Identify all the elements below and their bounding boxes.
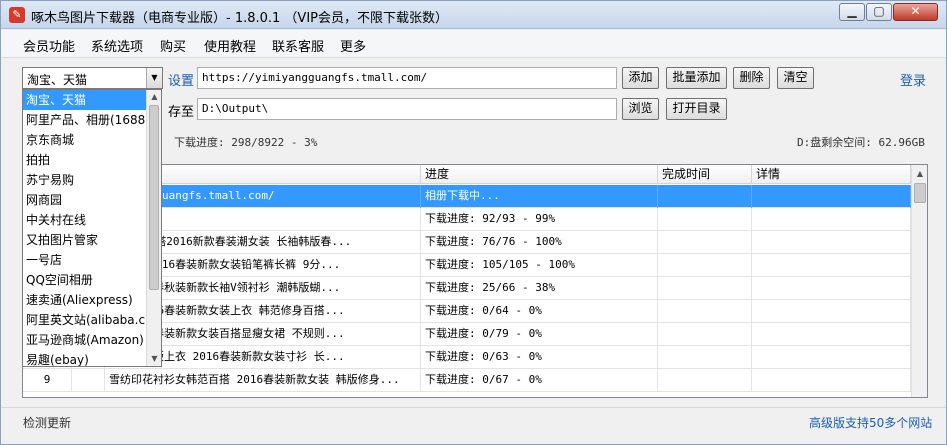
- maximize-button[interactable]: ▢: [866, 3, 892, 21]
- column-header-finish-time[interactable]: 完成时间: [658, 165, 752, 184]
- row-detail: [752, 369, 911, 392]
- login-link[interactable]: 登录: [900, 70, 926, 89]
- table-row[interactable]: 9 雪纺印花衬衫女韩范百搭 2016春装新款女装 韩版修身... 下载进度: 0/6…: [23, 369, 911, 392]
- minimize-icon: ▁: [847, 4, 857, 18]
- row-detail: [752, 208, 911, 231]
- scroll-thumb[interactable]: [914, 183, 926, 203]
- status-bar: 检测更新 高级版支持50多个网站: [1, 407, 946, 444]
- row-flag: [72, 369, 105, 392]
- dropdown-scrollbar[interactable]: ▲ ▼: [146, 90, 161, 366]
- dropdown-item[interactable]: 中关村在线: [23, 210, 146, 230]
- row-finish-time: [658, 185, 752, 208]
- maximize-icon: ▢: [873, 4, 885, 18]
- row-finish-time: [658, 323, 752, 346]
- row-progress: 下载进度: 105/105 - 100%: [421, 254, 658, 277]
- advanced-version-link[interactable]: 高级版支持50多个网站: [809, 414, 932, 431]
- overall-progress-text: 下载进度: 298/8922 - 3%: [174, 136, 318, 149]
- woodpecker-logo-icon: ✎: [9, 7, 25, 23]
- row-finish-time: [658, 277, 752, 300]
- row-detail: [752, 231, 911, 254]
- row-detail: [752, 277, 911, 300]
- row-finish-time: [658, 208, 752, 231]
- disk-space-text: D:盘剩余空间: 62.96GB: [797, 136, 925, 149]
- browse-button[interactable]: 浏览: [622, 98, 659, 120]
- row-progress: 下载进度: 25/66 - 38%: [421, 277, 658, 300]
- dropdown-item[interactable]: 速卖通(Aliexpress): [23, 290, 146, 310]
- url-input[interactable]: https://yimiyangguangfs.tmall.com/: [197, 67, 617, 89]
- add-button[interactable]: 添加: [622, 67, 659, 89]
- row-detail: [752, 323, 911, 346]
- menu-system-options[interactable]: 系统选项: [91, 36, 143, 55]
- column-header-detail[interactable]: 详情: [752, 165, 911, 184]
- row-number: 9: [23, 369, 72, 392]
- scroll-down-icon[interactable]: ▼: [147, 352, 161, 366]
- dropdown-item[interactable]: 亚马逊商城(Amazon): [23, 330, 146, 350]
- check-update-link[interactable]: 检测更新: [23, 414, 71, 431]
- settings-link[interactable]: 设置: [168, 70, 194, 89]
- site-select-value: 淘宝、天猫: [27, 73, 88, 87]
- batch-add-button[interactable]: 批量添加: [666, 67, 727, 89]
- app-window: ✎ 啄木鸟图片下载器（电商专业版）- 1.8.0.1 （VIP会员，不限下载张数…: [0, 0, 947, 445]
- scroll-up-icon[interactable]: ▲: [912, 165, 927, 182]
- close-icon: ✕: [910, 4, 921, 18]
- scroll-thumb[interactable]: [149, 105, 159, 290]
- row-name: 雪纺印花衬衫女韩范百搭 2016春装新款女装 韩版修身...: [105, 369, 421, 392]
- dropdown-item[interactable]: 阿里英文站(alibaba.c: [23, 310, 146, 330]
- close-button[interactable]: ✕: [893, 3, 938, 21]
- dropdown-item[interactable]: 一号店: [23, 250, 146, 270]
- site-dropdown-list: 淘宝、天猫 阿里产品、相册(1688) 京东商城 拍拍 苏宁易购 网商园 中关村在线 又拍图片…: [22, 89, 162, 367]
- dropdown-item[interactable]: 京东商城: [23, 130, 146, 150]
- menu-bar: 会员功能 系统选项 购买 使用教程 联系客服 更多: [1, 30, 946, 58]
- row-finish-time: [658, 346, 752, 369]
- dropdown-item[interactable]: 易趣(ebay): [23, 350, 146, 366]
- clear-button[interactable]: 清空: [777, 67, 814, 89]
- row-detail: [752, 346, 911, 369]
- save-path-input[interactable]: D:\Output\: [197, 98, 617, 120]
- dropdown-item[interactable]: 拍拍: [23, 150, 146, 170]
- row-progress: 相册下载中...: [421, 185, 658, 208]
- chevron-down-icon[interactable]: ▼: [146, 68, 162, 88]
- dropdown-item[interactable]: 又拍图片管家: [23, 230, 146, 250]
- row-detail: [752, 185, 911, 208]
- menu-tutorial[interactable]: 使用教程: [204, 36, 256, 55]
- row-progress: 下载进度: 0/67 - 0%: [421, 369, 658, 392]
- row-finish-time: [658, 254, 752, 277]
- row-progress: 下载进度: 0/64 - 0%: [421, 300, 658, 323]
- dropdown-item[interactable]: 阿里产品、相册(1688): [23, 110, 146, 130]
- title-bar[interactable]: ✎ 啄木鸟图片下载器（电商专业版）- 1.8.0.1 （VIP会员，不限下载张数…: [1, 1, 946, 29]
- save-to-label: 存至: [168, 105, 195, 120]
- table-scrollbar[interactable]: ▲: [911, 165, 927, 397]
- row-finish-time: [658, 369, 752, 392]
- row-finish-time: [658, 231, 752, 254]
- menu-more[interactable]: 更多: [340, 36, 366, 55]
- dropdown-item[interactable]: 网商园: [23, 190, 146, 210]
- row-progress: 下载进度: 76/76 - 100%: [421, 231, 658, 254]
- site-select[interactable]: 淘宝、天猫 ▼: [22, 67, 163, 89]
- row-progress: 下载进度: 0/63 - 0%: [421, 346, 658, 369]
- row-progress: 下载进度: 92/93 - 99%: [421, 208, 658, 231]
- delete-button[interactable]: 删除: [733, 67, 770, 89]
- menu-buy[interactable]: 购买: [160, 36, 186, 55]
- row-detail: [752, 254, 911, 277]
- column-header-progress[interactable]: 进度: [421, 165, 658, 184]
- open-directory-button[interactable]: 打开目录: [666, 98, 727, 120]
- window-title: 啄木鸟图片下载器（电商专业版）- 1.8.0.1 （VIP会员，不限下载张数）: [31, 11, 449, 26]
- menu-support[interactable]: 联系客服: [272, 36, 324, 55]
- row-detail: [752, 300, 911, 323]
- dropdown-item[interactable]: QQ空间相册: [23, 270, 146, 290]
- row-progress: 下载进度: 0/79 - 0%: [421, 323, 658, 346]
- minimize-button[interactable]: ▁: [839, 3, 865, 21]
- scroll-up-icon[interactable]: ▲: [147, 90, 161, 104]
- dropdown-item[interactable]: 淘宝、天猫: [23, 90, 146, 110]
- row-finish-time: [658, 300, 752, 323]
- dropdown-item[interactable]: 苏宁易购: [23, 170, 146, 190]
- menu-member[interactable]: 会员功能: [23, 36, 75, 55]
